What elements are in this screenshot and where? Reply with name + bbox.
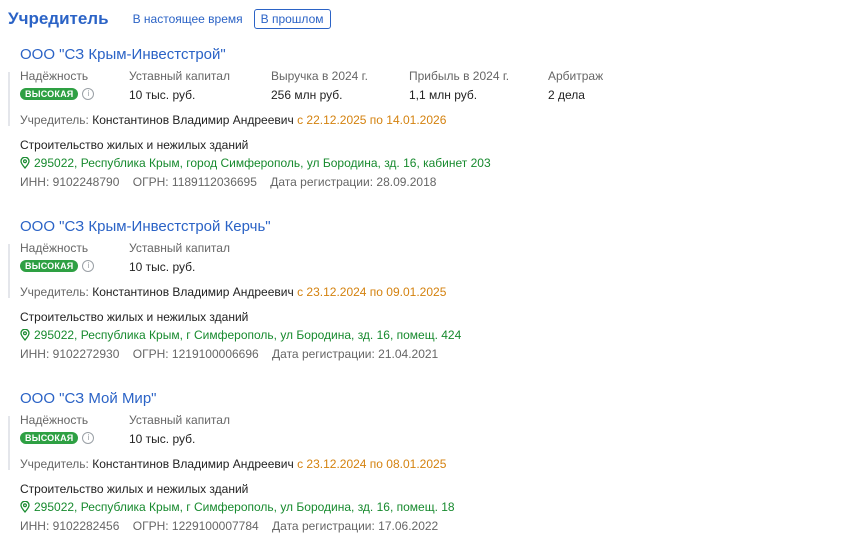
inn-value: 9102282456 [52,519,120,533]
metric-label: Арбитраж [548,69,604,83]
location-pin-icon [20,157,30,169]
founder-period: с 23.12.2024 по 09.01.2025 [297,285,447,299]
address-row: 295022, Республика Крым, г Симферополь, … [20,328,461,342]
activity-text: Строительство жилых и нежилых зданий [20,310,249,324]
metric-capital: Уставный капитал 10 тыс. руб. [129,241,230,274]
company-name-link[interactable]: ООО "СЗ Мой Мир" [20,390,156,407]
card-divider [8,72,10,126]
founder-name[interactable]: Константинов Владимир Андреевич [92,113,294,127]
metric-value: 10 тыс. руб. [129,260,196,274]
reg-date-label: Дата регистрации: [270,175,374,189]
founder-row: Учредитель: Константинов Владимир Андрее… [20,285,446,299]
reg-date-value: 21.04.2021 [378,347,439,361]
metric-arbitration: Арбитраж 2 дела [548,69,603,102]
founder-name[interactable]: Константинов Владимир Андреевич [92,457,294,471]
ogrn-value: 1219100006696 [171,347,259,361]
founder-row: Учредитель: Константинов Владимир Андрее… [20,113,446,127]
company-name-link[interactable]: ООО "СЗ Крым-Инвестстрой" [20,46,226,63]
metric-reliability: Надёжность ВЫСОКАЯ i [20,69,95,100]
reliability-badge: ВЫСОКАЯ [20,432,79,444]
reg-date-value: 28.09.2018 [376,175,437,189]
location-pin-icon [20,329,30,341]
address-text: 295022, Республика Крым, город Симферопо… [34,156,491,170]
metric-value: 2 дела [548,88,585,102]
activity-text: Строительство жилых и нежилых зданий [20,138,249,152]
metric-capital: Уставный капитал 10 тыс. руб. [129,69,230,102]
card-divider [8,416,10,470]
founder-name[interactable]: Константинов Владимир Андреевич [92,285,294,299]
address-row: 295022, Республика Крым, город Симферопо… [20,156,491,170]
metric-reliability: Надёжность ВЫСОКАЯ i [20,241,95,272]
metric-label: Надёжность [20,69,89,83]
founder-period: с 23.12.2024 по 08.01.2025 [297,457,447,471]
metric-label: Уставный капитал [129,69,230,83]
tab-past[interactable]: В прошлом [253,9,331,29]
reg-date-value: 17.06.2022 [378,519,439,533]
inn-value: 9102272930 [52,347,120,361]
metric-value: 1,1 млн руб. [409,88,478,102]
reliability-badge: ВЫСОКАЯ [20,260,79,272]
metric-label: Прибыль в 2024 г. [409,69,510,83]
section-header: Учредитель В настоящее время В прошлом [8,8,331,30]
inn-label: ИНН: [20,347,50,361]
metric-reliability: Надёжность ВЫСОКАЯ i [20,413,95,444]
inn-label: ИНН: [20,175,50,189]
reliability-badge: ВЫСОКАЯ [20,88,79,100]
card-divider [8,244,10,298]
activity-text: Строительство жилых и нежилых зданий [20,482,249,496]
metric-value: 256 млн руб. [271,88,343,102]
company-card: ООО "СЗ Крым-Инвестстрой Керчь" Надёжнос… [8,218,848,368]
metric-value: 10 тыс. руб. [129,432,196,446]
inn-label: ИНН: [20,519,50,533]
info-icon[interactable]: i [82,88,95,100]
company-name-link[interactable]: ООО "СЗ Крым-Инвестстрой Керчь" [20,218,271,235]
ogrn-label: ОГРН: [132,347,169,361]
metric-profit: Прибыль в 2024 г. 1,1 млн руб. [409,69,509,102]
info-icon[interactable]: i [82,260,95,272]
founder-label: Учредитель: [20,285,89,299]
founder-label: Учредитель: [20,113,89,127]
address-text: 295022, Республика Крым, г Симферополь, … [34,500,455,514]
ogrn-value: 1189112036695 [171,175,257,189]
address-row: 295022, Республика Крым, г Симферополь, … [20,500,455,514]
address-text: 295022, Республика Крым, г Симферополь, … [34,328,462,342]
metric-label: Уставный капитал [129,413,230,427]
metric-label: Надёжность [20,413,89,427]
ogrn-value: 1229100007784 [171,519,259,533]
founder-period: с 22.12.2025 по 14.01.2026 [297,113,447,127]
registry-row: ИНН: 9102248790 ОГРН: 1189112036695 Дата… [20,175,436,189]
reg-date-label: Дата регистрации: [272,519,375,533]
metric-capital: Уставный капитал 10 тыс. руб. [129,413,230,446]
tab-present[interactable]: В настоящее время [133,12,243,26]
info-icon[interactable]: i [82,432,95,444]
company-card: ООО "СЗ Крым-Инвестстрой" Надёжность ВЫС… [8,46,848,196]
metric-revenue: Выручка в 2024 г. 256 млн руб. [271,69,368,102]
founder-row: Учредитель: Константинов Владимир Андрее… [20,457,446,471]
founder-label: Учредитель: [20,457,89,471]
reg-date-label: Дата регистрации: [272,347,375,361]
section-title: Учредитель [8,9,109,28]
registry-row: ИНН: 9102282456 ОГРН: 1229100007784 Дата… [20,519,438,533]
ogrn-label: ОГРН: [132,175,169,189]
metric-value: 10 тыс. руб. [129,88,196,102]
metric-label: Выручка в 2024 г. [271,69,368,83]
ogrn-label: ОГРН: [132,519,169,533]
metric-label: Уставный капитал [129,241,230,255]
company-card: ООО "СЗ Мой Мир" Надёжность ВЫСОКАЯ i Ус… [8,390,848,540]
metric-label: Надёжность [20,241,89,255]
location-pin-icon [20,501,30,513]
registry-row: ИНН: 9102272930 ОГРН: 1219100006696 Дата… [20,347,438,361]
inn-value: 9102248790 [52,175,120,189]
